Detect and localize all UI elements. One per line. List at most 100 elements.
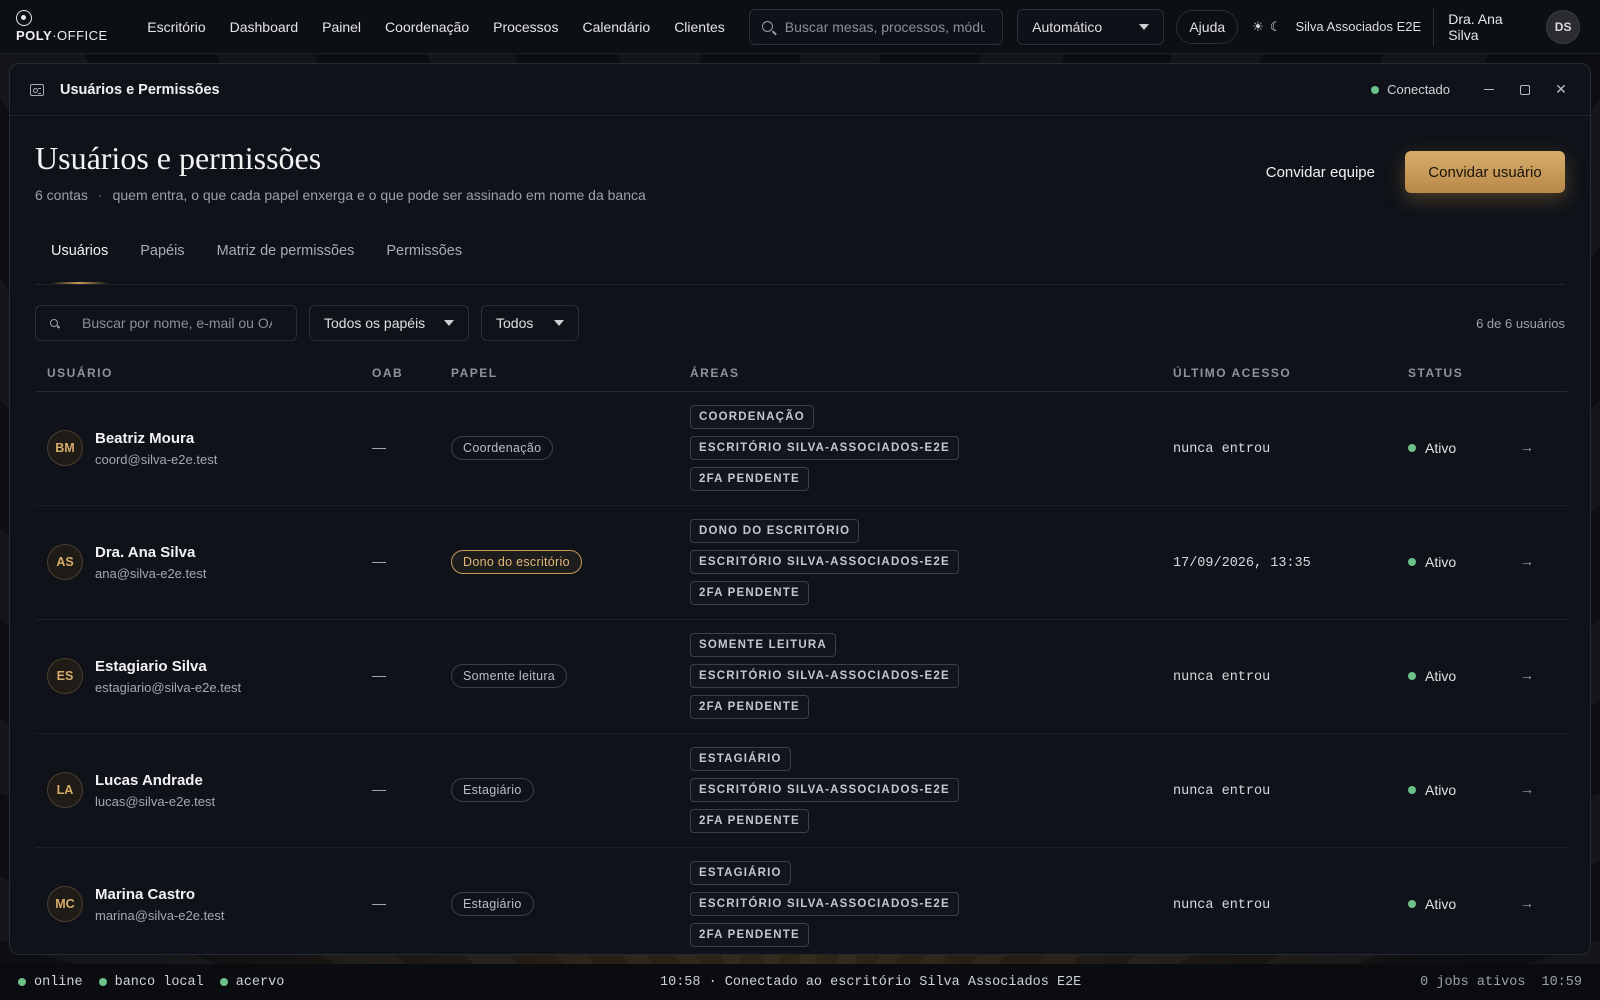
help-button[interactable]: Ajuda — [1176, 9, 1239, 44]
user-name: Lucas Andrade — [95, 771, 203, 789]
last-access-value: nunca entrou — [1173, 442, 1271, 457]
table-row[interactable]: AS Dra. Ana Silva ana@silva-e2e.test — D… — [35, 505, 1567, 620]
status-badge: Ativo — [1408, 668, 1508, 684]
area-tag: ESCRITÓRIO SILVA-ASSOCIADOS-E2E — [690, 550, 959, 574]
last-access-cell: nunca entrou — [1161, 847, 1396, 954]
tab-permissoes[interactable]: Permissões — [370, 239, 478, 284]
column-header-actions — [1508, 355, 1567, 392]
areas-cell: ESTAGIÁRIO ESCRITÓRIO SILVA-ASSOCIADOS-E… — [678, 733, 1161, 848]
column-header-areas[interactable]: ÁREAS — [678, 355, 1161, 392]
table-row[interactable]: ES Estagiario Silva estagiario@silva-e2e… — [35, 619, 1567, 734]
maximize-button[interactable] — [1516, 81, 1534, 99]
tab-usuarios[interactable]: Usuários — [35, 239, 124, 284]
invite-user-button[interactable]: Convidar usuário — [1405, 151, 1565, 193]
user-search[interactable] — [35, 305, 297, 341]
subtitle-separator: · — [97, 187, 103, 203]
nav-item-escritorio[interactable]: Escritório — [135, 19, 217, 35]
role-filter-select[interactable]: Todos os papéis — [309, 305, 469, 341]
status-dot-icon — [1408, 444, 1416, 452]
avatar: DS — [1546, 9, 1580, 44]
avatar: ES — [47, 658, 83, 694]
close-icon: ✕ — [1555, 81, 1567, 97]
status-local-db: banco local — [98, 975, 204, 990]
tab-papeis[interactable]: Papéis — [124, 239, 200, 284]
mode-select[interactable]: Automático — [1017, 8, 1165, 45]
nav-item-coordenacao[interactable]: Coordenação — [373, 19, 481, 35]
status-cell: Ativo — [1396, 619, 1508, 734]
global-search-input[interactable] — [784, 18, 985, 35]
table-row[interactable]: MC Marina Castro marina@silva-e2e.test —… — [35, 847, 1567, 954]
row-action-cell: → — [1508, 733, 1567, 848]
status-filter-select[interactable]: Todos — [481, 305, 579, 341]
area-tag: 2FA PENDENTE — [690, 581, 809, 605]
oab-cell: — — [360, 619, 439, 734]
status-badge: Ativo — [1408, 782, 1508, 798]
area-tag: SOMENTE LEITURA — [690, 633, 836, 657]
org-name[interactable]: Silva Associados E2E — [1295, 19, 1421, 34]
close-button[interactable]: ✕ — [1552, 81, 1570, 99]
last-access-value: nunca entrou — [1173, 670, 1271, 685]
minimize-button[interactable] — [1480, 81, 1498, 99]
table-row[interactable]: LA Lucas Andrade lucas@silva-e2e.test — … — [35, 733, 1567, 848]
moon-icon: ☾ — [1269, 18, 1282, 34]
nav-item-processos[interactable]: Processos — [481, 19, 570, 35]
role-cell: Somente leitura — [439, 619, 678, 734]
search-icon — [761, 21, 773, 32]
status-badge: Ativo — [1408, 554, 1508, 570]
table-row[interactable]: BM Beatriz Moura coord@silva-e2e.test — … — [35, 391, 1567, 506]
role-badge: Estagiário — [451, 778, 534, 802]
nav-item-painel[interactable]: Painel — [310, 19, 373, 35]
status-message: 10:58 · Conectado ao escritório Silva As… — [660, 974, 1082, 990]
oab-value: — — [372, 667, 386, 683]
column-header-papel[interactable]: PAPEL — [439, 355, 678, 392]
area-tag: ESCRITÓRIO SILVA-ASSOCIADOS-E2E — [690, 436, 959, 460]
user-cell: LA Lucas Andrade lucas@silva-e2e.test — [35, 733, 360, 848]
nav-item-calendario[interactable]: Calendário — [570, 19, 662, 35]
logo[interactable]: POLY·OFFICE — [16, 10, 119, 43]
user-email: lucas@silva-e2e.test — [95, 793, 216, 809]
id-card-icon — [30, 83, 44, 96]
tab-bar: Usuários Papéis Matriz de permissões Per… — [35, 239, 1565, 285]
column-header-status[interactable]: STATUS — [1396, 355, 1508, 392]
logo-text: POLY·OFFICE — [16, 28, 108, 43]
area-tag: ESCRITÓRIO SILVA-ASSOCIADOS-E2E — [690, 664, 959, 688]
theme-toggle[interactable]: ☀ ☾ — [1252, 19, 1281, 35]
window-titlebar: Usuários e Permissões Conectado ✕ — [10, 64, 1590, 116]
invite-team-button[interactable]: Convidar equipe — [1266, 164, 1375, 181]
users-window: Usuários e Permissões Conectado ✕ Usuári… — [9, 63, 1591, 955]
area-tag: ESCRITÓRIO SILVA-ASSOCIADOS-E2E — [690, 778, 959, 802]
global-search[interactable] — [748, 8, 1004, 45]
areas-cell: DONO DO ESCRITÓRIO ESCRITÓRIO SILVA-ASSO… — [678, 505, 1161, 620]
role-filter-value: Todos os papéis — [324, 315, 426, 331]
user-search-input[interactable] — [82, 315, 272, 331]
arrow-right-icon[interactable]: → — [1520, 667, 1534, 683]
column-header-usuario[interactable]: USUÁRIO — [35, 355, 360, 392]
last-access-value: nunca entrou — [1173, 898, 1271, 913]
user-email: coord@silva-e2e.test — [95, 451, 218, 467]
jobs-count: 0 jobs ativos — [1420, 974, 1526, 990]
role-badge: Estagiário — [451, 892, 534, 916]
last-access-cell: 17/09/2026, 13:35 — [1161, 505, 1396, 620]
row-action-cell: → — [1508, 847, 1567, 954]
column-header-oab[interactable]: OAB — [360, 355, 439, 392]
last-access-value: nunca entrou — [1173, 784, 1271, 799]
nav-item-clientes[interactable]: Clientes — [662, 19, 737, 35]
arrow-right-icon[interactable]: → — [1520, 781, 1534, 797]
arrow-right-icon[interactable]: → — [1520, 439, 1534, 455]
tab-matriz-permissoes[interactable]: Matriz de permissões — [201, 239, 371, 284]
user-cell: MC Marina Castro marina@silva-e2e.test — [35, 847, 360, 954]
result-count: 6 de 6 usuários — [1476, 315, 1565, 331]
user-name: Marina Castro — [95, 885, 196, 903]
status-label: Ativo — [1425, 782, 1457, 798]
arrow-right-icon[interactable]: → — [1520, 553, 1534, 569]
arrow-right-icon[interactable]: → — [1520, 895, 1534, 911]
user-menu[interactable]: Dra. Ana Silva DS — [1433, 7, 1584, 46]
area-tag: DONO DO ESCRITÓRIO — [690, 519, 860, 543]
status-label: Ativo — [1425, 668, 1457, 684]
column-header-ultimo-acesso[interactable]: ÚLTIMO ACESSO — [1161, 355, 1396, 392]
top-bar: POLY·OFFICE Escritório Dashboard Painel … — [0, 0, 1600, 54]
area-tag: 2FA PENDENTE — [690, 923, 809, 947]
nav-item-dashboard[interactable]: Dashboard — [218, 19, 311, 35]
status-badge: Ativo — [1408, 896, 1508, 912]
account-count: 6 contas — [35, 187, 88, 203]
